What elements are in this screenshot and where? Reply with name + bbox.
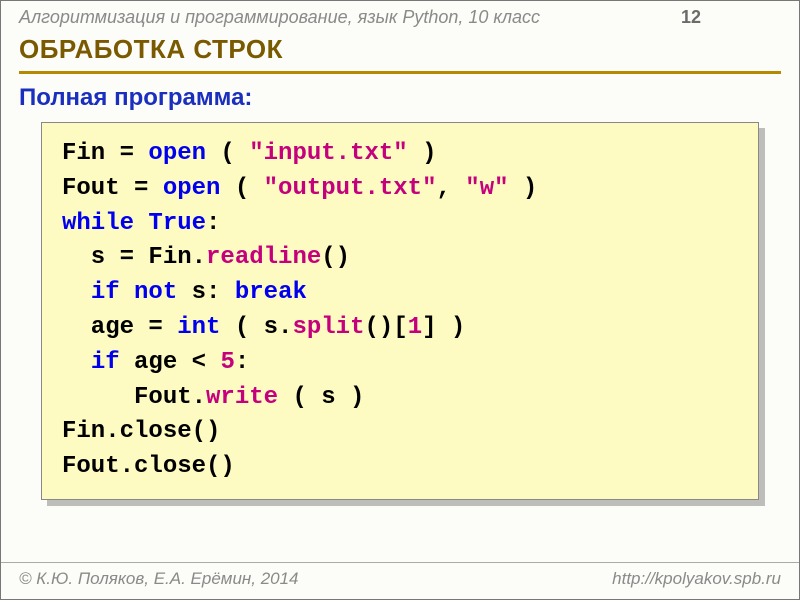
slide-footer: © К.Ю. Поляков, Е.А. Ерёмин, 2014 http:/… [1, 562, 799, 599]
code-line: s = Fin.readline() [62, 244, 350, 271]
code-line: Fout = open ( "output.txt", "w" ) [62, 175, 537, 202]
page-number: 12 [681, 7, 701, 28]
code-line: age = int ( s.split()[1] ) [62, 314, 465, 341]
code-line: if not s: break [62, 279, 307, 306]
sub-title: Полная программа: [19, 84, 781, 112]
code-block: Fin = open ( "input.txt" ) Fout = open (… [41, 122, 759, 500]
code-line: Fout.close() [62, 453, 235, 480]
course-title: Алгоритмизация и программирование, язык … [19, 7, 681, 28]
code-line: Fin = open ( "input.txt" ) [62, 140, 437, 167]
slide-header: Алгоритмизация и программирование, язык … [1, 1, 799, 30]
copyright: © К.Ю. Поляков, Е.А. Ерёмин, 2014 [19, 569, 299, 589]
footer-url: http://kpolyakov.spb.ru [612, 569, 781, 589]
code-line: Fout.write ( s ) [62, 384, 364, 411]
code-line: if age < 5: [62, 349, 249, 376]
code-line: Fin.close() [62, 418, 220, 445]
section-title: ОБРАБОТКА СТРОК [19, 34, 781, 74]
code-line: while True: [62, 210, 220, 237]
